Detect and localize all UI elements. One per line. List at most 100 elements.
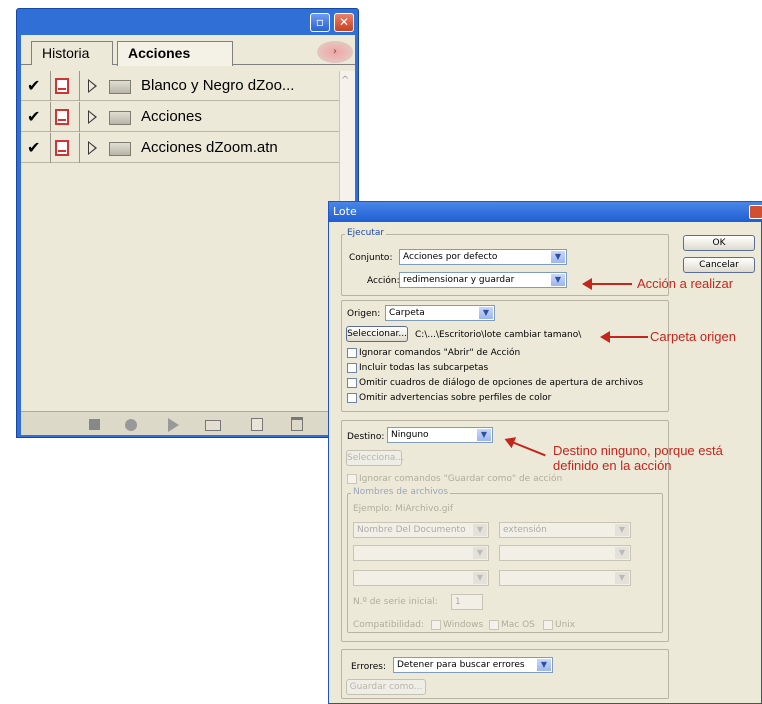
suppress-color-warnings-checkbox[interactable]	[347, 393, 357, 403]
chevron-down-icon: ▼	[479, 307, 493, 319]
name-part-select[interactable]: ▼	[499, 570, 631, 586]
folder-icon	[109, 111, 131, 125]
override-save-checkbox[interactable]	[347, 474, 357, 484]
example-label: Ejemplo: MiArchivo.gif	[353, 504, 454, 514]
divider	[50, 71, 51, 101]
dialog-title[interactable]: Lote	[329, 202, 762, 222]
errores-select[interactable]: Detener para buscar errores ▼	[393, 657, 553, 673]
dialog-toggle-icon[interactable]	[55, 78, 69, 94]
list-item[interactable]: ✔ Blanco y Negro dZoo...	[21, 71, 339, 101]
name-part-select[interactable]: Nombre Del Documento ▼	[353, 522, 489, 538]
chevron-down-icon: ▼	[537, 659, 551, 671]
divider	[50, 133, 51, 163]
override-save-label: Ignorar comandos "Guardar como" de acció…	[359, 474, 563, 484]
accion-select[interactable]: redimensionar y guardar ▼	[399, 272, 567, 288]
include-subfolders-checkbox[interactable]	[347, 363, 357, 373]
annotation-arrow-accion	[582, 278, 632, 290]
record-icon[interactable]	[125, 419, 137, 431]
suppress-open-dialogs-label: Omitir cuadros de diálogo de opciones de…	[359, 378, 644, 388]
annotation-arrow-carpeta	[600, 331, 648, 343]
scroll-up-icon[interactable]: ^	[341, 75, 349, 86]
check-icon[interactable]: ✔	[27, 108, 45, 126]
panel-body: Historia Acciones › ✔ Blanco y Negro dZo…	[21, 35, 355, 435]
check-icon[interactable]: ✔	[27, 139, 45, 157]
unix-label: Unix	[555, 620, 576, 630]
name-part-select[interactable]: extensión ▼	[499, 522, 631, 538]
list-item-label: Acciones dZoom.atn	[141, 139, 278, 156]
stop-icon[interactable]	[89, 419, 100, 430]
name-part-select[interactable]: ▼	[499, 545, 631, 561]
tab-historia[interactable]: Historia	[31, 41, 113, 65]
seleccionar-origen-button[interactable]: Seleccionar...	[346, 326, 408, 342]
accion-label: Acción:	[367, 276, 400, 286]
divider	[79, 71, 80, 101]
actions-panel-window: ▫ ✕ Historia Acciones › ✔ Blanco y Negro…	[16, 8, 359, 438]
chevron-down-icon: ▼	[615, 547, 629, 559]
serial-label: N.º de serie inicial:	[353, 597, 438, 607]
origen-select[interactable]: Carpeta ▼	[385, 305, 495, 321]
expand-triangle-icon[interactable]	[88, 110, 97, 124]
new-action-icon[interactable]	[251, 418, 263, 431]
conjunto-value: Acciones por defecto	[403, 252, 498, 262]
ignore-open-label: Ignorar comandos "Abrir" de Acción	[359, 348, 521, 358]
chevron-down-icon: ▼	[551, 251, 565, 263]
trash-icon[interactable]	[291, 417, 303, 431]
folder-icon	[109, 142, 131, 156]
name-part-value: extensión	[503, 525, 547, 535]
close-button[interactable]: ✕	[334, 13, 354, 32]
dialog-toggle-icon[interactable]	[55, 140, 69, 156]
macos-checkbox[interactable]	[489, 620, 499, 630]
destino-select[interactable]: Ninguno ▼	[387, 427, 493, 443]
ignore-open-checkbox[interactable]	[347, 348, 357, 358]
unix-checkbox[interactable]	[543, 620, 553, 630]
list-item-label: Blanco y Negro dZoo...	[141, 77, 295, 94]
cancel-button[interactable]: Cancelar	[683, 257, 755, 273]
annotation-accion: Acción a realizar	[637, 276, 734, 291]
annotation-destino-line2: definido en la acción	[553, 458, 672, 473]
name-part-select[interactable]: ▼	[353, 570, 489, 586]
play-icon[interactable]	[168, 418, 179, 432]
folder-icon	[109, 80, 131, 94]
origen-path: C:\...\Escritorio\lote cambiar tamano\	[415, 330, 582, 340]
panel-menu-button[interactable]: ›	[317, 41, 353, 63]
check-icon[interactable]: ✔	[27, 77, 45, 95]
windows-checkbox[interactable]	[431, 620, 441, 630]
windows-label: Windows	[443, 620, 484, 630]
expand-triangle-icon[interactable]	[88, 79, 97, 93]
suppress-color-warnings-label: Omitir advertencias sobre perfiles de co…	[359, 393, 552, 403]
seleccionar-destino-button[interactable]: Selecciona...	[346, 450, 404, 466]
chevron-down-icon: ▼	[473, 547, 487, 559]
errores-label: Errores:	[351, 662, 386, 672]
name-part-value: Nombre Del Documento	[357, 525, 466, 535]
annotation-destino-line1: Destino ninguno, porque está	[553, 443, 723, 458]
ok-button[interactable]: OK	[683, 235, 755, 251]
list-item[interactable]: ✔ Acciones dZoom.atn	[21, 133, 339, 163]
suppress-open-dialogs-checkbox[interactable]	[347, 378, 357, 388]
chevron-down-icon: ▼	[615, 572, 629, 584]
conjunto-select[interactable]: Acciones por defecto ▼	[399, 249, 567, 265]
list-item[interactable]: ✔ Acciones	[21, 102, 339, 132]
accion-value: redimensionar y guardar	[403, 275, 515, 285]
actions-list: ✔ Blanco y Negro dZoo... ✔ Acciones ✔ Ac…	[21, 71, 355, 411]
nombres-group-label: Nombres de archivos	[351, 487, 451, 497]
chevron-down-icon: ▼	[615, 524, 629, 536]
dialog-toggle-icon[interactable]	[55, 109, 69, 125]
dialog-close-icon[interactable]	[749, 205, 762, 219]
ejecutar-group-label: Ejecutar	[345, 228, 387, 238]
expand-triangle-icon[interactable]	[88, 141, 97, 155]
new-set-folder-icon[interactable]	[205, 420, 221, 431]
include-subfolders-label: Incluir todas las subcarpetas	[359, 363, 489, 373]
chevron-down-icon: ▼	[477, 429, 491, 441]
save-as-button[interactable]: Guardar como...	[346, 679, 426, 695]
serial-input[interactable]: 1	[451, 594, 483, 610]
minimize-button[interactable]: ▫	[310, 13, 330, 32]
compat-label: Compatibilidad:	[353, 620, 425, 630]
divider	[79, 102, 80, 132]
panel-toolbar	[21, 411, 355, 435]
name-part-select[interactable]: ▼	[353, 545, 489, 561]
tab-acciones[interactable]: Acciones	[117, 41, 233, 66]
chevron-down-icon: ▼	[473, 572, 487, 584]
panel-title-bar[interactable]: ▫ ✕	[17, 9, 358, 35]
errores-value: Detener para buscar errores	[397, 660, 525, 670]
origen-value: Carpeta	[389, 308, 425, 318]
